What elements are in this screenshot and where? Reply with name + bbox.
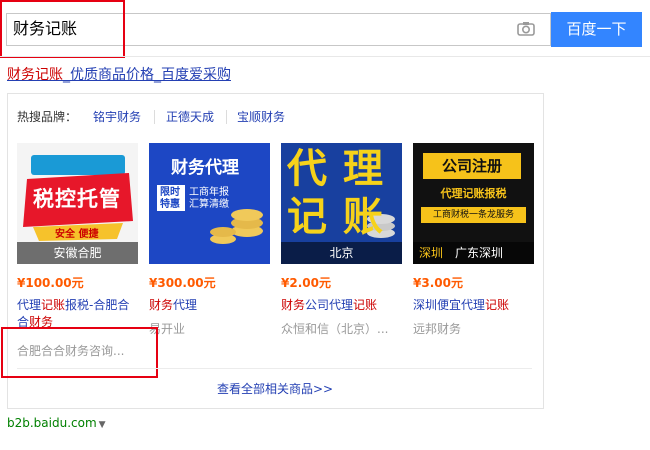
product-title-3-keyword2: 记账 [353,298,378,312]
result-title-rest: _优质商品价格_百度爱采购 [63,67,231,83]
product-image-2[interactable]: 财务代理 限时 特惠 工商年报 汇算清缴 [149,143,270,264]
product-image-4-caption-left: 深圳 [419,246,444,260]
brand-link-zhengde[interactable]: 正德天成 [166,108,214,126]
product-image-2-tag-line: 特惠 [160,199,180,210]
source-url-text: b2b.baidu.com [7,416,97,430]
product-title-4-keyword: 记账 [485,298,510,312]
product-image-2-text: 财务代理 [171,158,239,178]
product-title-1-post: 报税-合肥合 [65,298,130,312]
product-image-3[interactable]: 代理 记账 北京 [281,143,402,264]
product-image-2-services: 工商年报 汇算清缴 [189,187,229,211]
product-title-2-keyword: 财务 [149,298,174,312]
chevron-down-icon[interactable]: ▼ [99,420,106,430]
product-image-1-text: 税控托管 [33,187,121,211]
product-title-4-pre: 深圳便宜代理 [413,298,486,312]
product-title-4[interactable]: 深圳便宜代理记账 [413,296,509,314]
product-image-3-caption: 北京 [281,242,402,264]
product-image-4-caption-bar: 深圳 广东深圳 [413,242,534,264]
product-image-4-band: 工商财税一条龙服务 [421,207,526,223]
product-image-2-service-line: 工商年报 [189,187,229,198]
product-title-3[interactable]: 财务公司代理记账 [281,296,377,314]
product-image-1-badge: 安全 便捷 [55,229,99,240]
card-divider [17,368,532,369]
product-title-1[interactable]: 代理记账报税-合肥合 [17,296,129,314]
product-price-2: ¥300.00元 [149,276,216,290]
product-image-4-caption: 广东深圳 [455,246,504,260]
product-image-4[interactable]: 公司注册 代理记账报税 工商财税一条龙服务 深圳 广东深圳 [413,143,534,264]
product-image-2-service-line: 汇算清缴 [189,199,229,210]
highlight-box-query [0,0,125,58]
product-image-4-sub: 代理记账报税 [440,187,507,200]
product-image-4-text: 公司注册 [423,153,521,179]
product-price-4: ¥3.00元 [413,276,463,290]
product-price-1: ¥100.00元 [17,276,84,290]
product-shop-4[interactable]: 远邦财务 [413,321,461,337]
product-image-2-tag: 限时 特惠 [160,187,180,211]
search-button[interactable]: 百度一下 [551,12,642,47]
product-price-3: ¥2.00元 [281,276,331,290]
product-title-2-post: 代理 [173,298,198,312]
product-image-2-tag-line: 限时 [160,187,180,198]
product-image-3-text-bottom: 记账 [287,194,399,240]
brand-separator [226,110,227,124]
product-title-2[interactable]: 财务代理 [149,296,197,314]
product-image-1[interactable]: 税控托管 安全 便捷 安徽合肥 [17,143,138,264]
highlight-box-shop [1,327,158,378]
product-image-3-text-top: 代理 [287,146,399,192]
product-title-1-pre: 代理 [17,298,42,312]
source-url[interactable]: b2b.baidu.com ▼ [7,416,106,430]
product-shop-3[interactable]: 众恒和信（北京）... [281,321,388,337]
brand-separator [154,110,155,124]
view-all-link[interactable]: 查看全部相关商品>> [0,380,550,397]
hot-brands-label: 热搜品牌： [17,110,78,124]
header-divider [0,56,650,57]
result-title-keyword: 财务记账 [7,67,63,83]
brand-link-baoshun[interactable]: 宝顺财务 [237,108,285,126]
result-title-link[interactable]: 财务记账_优质商品价格_百度爱采购 [7,66,231,84]
product-title-3-post: 公司代理 [305,298,354,312]
camera-icon[interactable] [516,19,536,39]
product-image-1-caption: 安徽合肥 [17,242,138,264]
product-title-3-keyword: 财务 [281,298,306,312]
product-title-1-keyword: 记账 [41,298,66,312]
brand-link-mingyu[interactable]: 铭宇财务 [93,108,141,126]
